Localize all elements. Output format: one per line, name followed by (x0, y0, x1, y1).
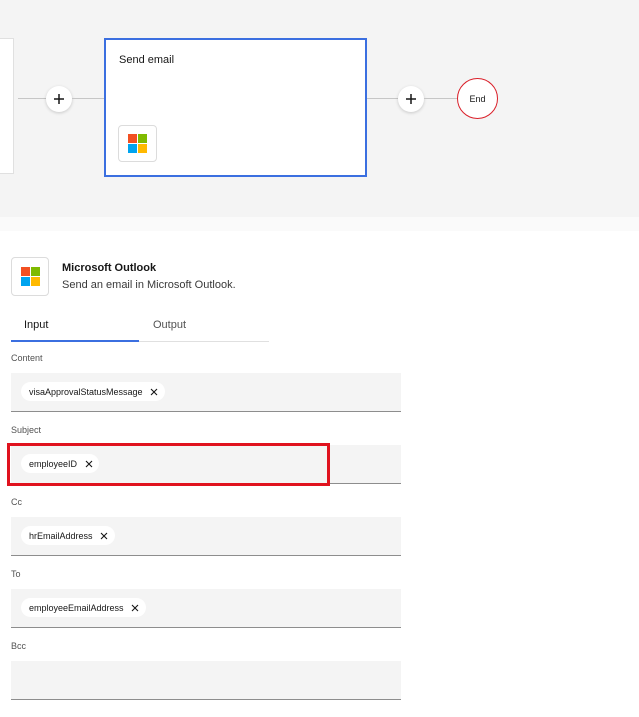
close-icon (150, 388, 158, 395)
tab-input[interactable]: Input (11, 315, 139, 342)
chip-remove-button[interactable] (150, 387, 159, 396)
flow-canvas[interactable]: Send email End (0, 0, 639, 217)
bcc-label: Bcc (11, 641, 27, 651)
to-label: To (11, 569, 21, 579)
connector-line (18, 98, 46, 99)
add-step-button-left[interactable] (46, 86, 72, 112)
chip-label: visaApprovalStatusMessage (29, 386, 143, 397)
close-icon (85, 460, 92, 467)
cc-label: Cc (11, 497, 22, 507)
app-icon (11, 257, 49, 296)
connector-line (367, 98, 398, 99)
chip-remove-button[interactable] (131, 603, 140, 612)
cc-chip: hrEmailAddress (21, 526, 115, 545)
plus-icon (406, 94, 416, 104)
node-title: Send email (119, 54, 175, 66)
subject-chip: employeeID (21, 454, 100, 473)
chip-label: employeeID (29, 458, 78, 469)
bcc-field[interactable] (11, 661, 401, 700)
end-node[interactable]: End (457, 78, 498, 119)
chip-label: employeeEmailAddress (29, 602, 124, 613)
connector-line (72, 98, 104, 99)
connector-line (424, 98, 457, 99)
add-step-button-right[interactable] (398, 86, 424, 112)
app-description: Send an email in Microsoft Outlook. (62, 279, 236, 291)
to-chip: employeeEmailAddress (21, 598, 146, 617)
chip-remove-button[interactable] (84, 459, 93, 468)
end-label: End (469, 93, 486, 104)
to-field[interactable]: employeeEmailAddress (11, 589, 401, 628)
previous-node-card[interactable] (0, 38, 14, 174)
plus-icon (54, 94, 64, 104)
chip-remove-button[interactable] (100, 531, 109, 540)
close-icon (131, 604, 139, 611)
microsoft-logo-icon (128, 134, 147, 153)
content-chip: visaApprovalStatusMessage (21, 382, 165, 401)
content-field[interactable]: visaApprovalStatusMessage (11, 373, 401, 412)
chip-label: hrEmailAddress (29, 530, 93, 541)
close-icon (100, 532, 108, 539)
node-app-icon (118, 125, 157, 162)
microsoft-logo-icon (20, 267, 40, 286)
tab-output[interactable]: Output (139, 315, 269, 342)
panel-tabs: Input Output (11, 315, 269, 342)
send-email-node[interactable]: Send email (104, 38, 367, 177)
content-label: Content (11, 353, 43, 363)
subject-label: Subject (11, 425, 42, 435)
cc-field[interactable]: hrEmailAddress (11, 517, 401, 556)
canvas-divider (0, 217, 639, 231)
subject-field[interactable]: employeeID (11, 445, 401, 484)
app-name: Microsoft Outlook (62, 262, 157, 274)
